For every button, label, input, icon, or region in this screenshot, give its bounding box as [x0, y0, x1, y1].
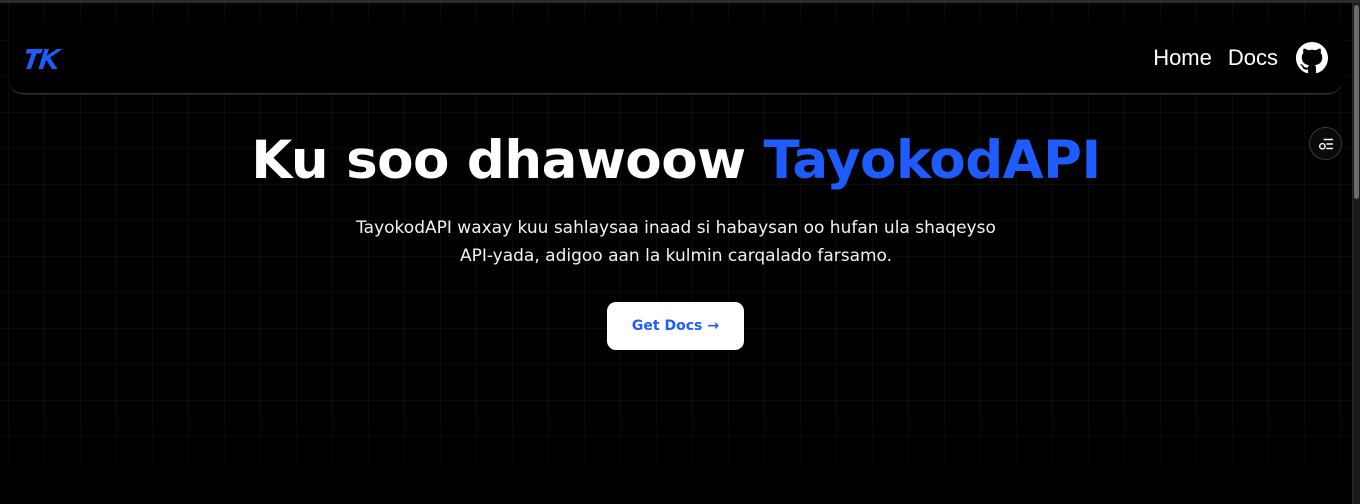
hero-description: TayokodAPI waxay kuu sahlaysaa inaad si … [356, 218, 996, 266]
nav-link-docs[interactable]: Docs [1228, 45, 1278, 71]
scrollbar-thumb[interactable] [1354, 5, 1359, 199]
get-docs-label: Get Docs [631, 318, 703, 334]
bottom-fade [0, 414, 1352, 504]
get-docs-button[interactable]: Get Docs → [607, 302, 744, 350]
hero-title-prefix: Ku soo dhawoow [251, 130, 764, 191]
logo-link[interactable] [24, 46, 64, 72]
nav-link-home[interactable]: Home [1153, 45, 1212, 71]
navbar: Home Docs [9, 22, 1342, 94]
hero-title: Ku soo dhawoow TayokodAPI [0, 128, 1352, 194]
hero-title-accent: TayokodAPI [763, 130, 1102, 191]
page: Home Docs Ku soo dhawoow TayokodAPI Tayo… [0, 0, 1360, 504]
window-top-border [0, 0, 1360, 3]
github-icon[interactable] [1296, 42, 1328, 74]
page-scrollbar[interactable] [1352, 3, 1360, 504]
tk-logo-icon [25, 49, 63, 69]
arrow-right-icon: → [707, 318, 720, 334]
nav-links: Home Docs [1153, 40, 1328, 76]
